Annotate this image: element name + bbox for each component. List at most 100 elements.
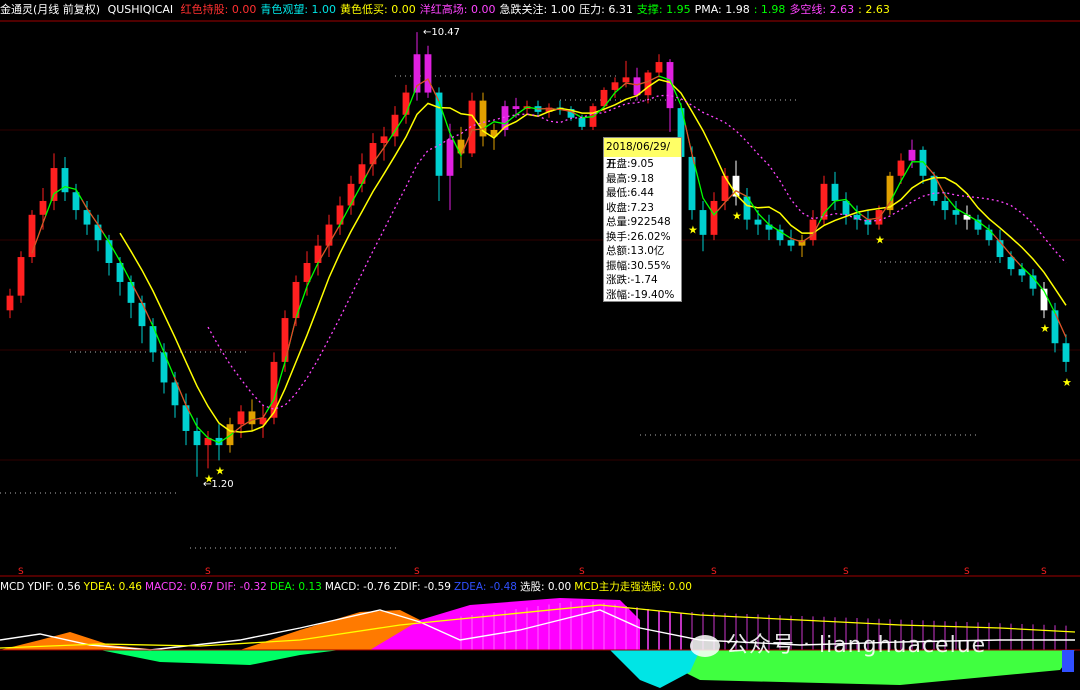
candle-body (1007, 257, 1015, 270)
header-item: 红色持股: 0.00 (180, 3, 257, 16)
candle-body (424, 54, 432, 93)
green-ma-line (31, 75, 1067, 444)
mcd-header-item: YDIF: 0.56 (27, 581, 81, 593)
watermark: 公众号 · lianghuacelue (690, 627, 986, 659)
candle-body (72, 192, 80, 211)
tooltip-row: 总额:13.0亿 (606, 245, 665, 257)
star-marker: ★ (875, 234, 885, 247)
header-item: : 1.98 (753, 3, 786, 16)
candle-body (512, 106, 520, 109)
yellow-ma-line (119, 78, 1067, 433)
candle-body (237, 411, 245, 425)
tooltip-row: 最高:9.18 (606, 172, 654, 185)
min-price-label: ←1.20 (203, 479, 234, 490)
chart-header: 金通灵(月线 前复权) QUSHIQICAI 红色持股: 0.00 青色观望: 1… (0, 0, 1080, 20)
watermark-text: 公众号 · lianghuacelue (726, 633, 987, 658)
candle-body (94, 224, 102, 241)
candle-body (1051, 310, 1059, 344)
max-price-label: ←10.47 (423, 27, 460, 38)
candle-body (303, 263, 311, 282)
tooltip-row: 换手:26.02% (606, 230, 671, 243)
candle-body (446, 139, 454, 176)
candle-body (347, 183, 355, 206)
candle-body (853, 214, 861, 220)
header-item: 洋红高场: 0.00 (419, 3, 496, 16)
candle-body (248, 411, 256, 425)
tooltip-row: 最低:6.44 (606, 187, 654, 199)
candle-body (787, 240, 795, 246)
candle-body (578, 117, 586, 127)
candle-body (193, 430, 201, 446)
candle-body (105, 240, 113, 264)
mcd-header-item: ZDEA: -0.48 (454, 581, 517, 593)
candle-body (314, 245, 322, 264)
s-marker: S (414, 567, 420, 577)
candle-body (908, 149, 916, 161)
star-marker: ★ (732, 209, 742, 222)
candle-body (655, 62, 663, 73)
star-marker: ★ (215, 464, 225, 477)
candle-body (149, 326, 157, 353)
star-marker: ★ (1062, 376, 1072, 389)
candle-body (611, 82, 619, 90)
candle-body (754, 219, 762, 225)
candle-body (6, 295, 14, 311)
star-marker: ★ (688, 224, 698, 237)
candle-body (831, 183, 839, 201)
zdea-bar (1062, 650, 1074, 672)
header-item: : 2.63 (858, 3, 890, 16)
mcd-header-item: MCD (0, 581, 25, 593)
header-item: 压力: 6.31 (579, 3, 633, 16)
candle-body (919, 149, 927, 176)
tooltip-row: 开盘:9.05 (606, 158, 654, 170)
candle-body (1062, 343, 1070, 362)
candle-body (336, 205, 344, 225)
candle-body (985, 229, 993, 241)
mcd-header-item: ZDIF: -0.59 (393, 581, 451, 593)
candle-body (633, 77, 641, 96)
header-item: 急跌关注: 1.00 (499, 3, 576, 16)
candle-body (50, 168, 58, 201)
candle-body (281, 318, 289, 362)
candle-body (39, 200, 47, 215)
star-marker: ★ (1040, 322, 1050, 335)
red-ma-line (31, 75, 1067, 444)
indicator-lines (31, 75, 1067, 444)
candle-body (710, 200, 718, 235)
header-item: PMA: 1.98 (694, 3, 750, 16)
mcd-header-item: YDEA: 0.46 (83, 581, 142, 593)
candlestick-layer (6, 32, 1070, 477)
s-marker: S (18, 567, 24, 577)
s-marker: S (205, 567, 211, 577)
s-marker: S (1041, 567, 1047, 577)
candle-body (358, 164, 366, 184)
candle-body (644, 72, 652, 96)
candle-body (325, 224, 333, 246)
mcd-header-item: MCD主力走强选股: 0.00 (574, 581, 692, 593)
stock-title: 金通灵(月线 前复权) (0, 3, 101, 16)
candle-body (941, 200, 949, 211)
candle-body (380, 136, 388, 144)
candle-body (28, 214, 36, 258)
indicator-name: QUSHIQICAI (107, 3, 174, 16)
candle-body (226, 424, 234, 446)
candle-body (435, 92, 443, 176)
candle-body (622, 77, 630, 83)
wechat-icon (690, 635, 720, 657)
candle-body (402, 92, 410, 115)
candle-body (699, 210, 707, 235)
header-item: 多空线: 2.63 (789, 3, 855, 16)
candle-body (17, 257, 25, 296)
price-grid (0, 20, 1080, 577)
mcd-header-item: DEA: 0.13 (269, 581, 322, 593)
tooltip-date: 2018/06/29/五 (604, 138, 681, 170)
s-marker: S (711, 567, 717, 577)
header-item: 支撑: 1.95 (636, 3, 691, 16)
mcd-header-item: MACD2: 0.67 (144, 581, 214, 593)
tooltip-row: 振幅:30.55% (606, 259, 671, 272)
tooltip-row: 涨跌:-1.74 (606, 274, 658, 286)
mcd-header: MCD YDIF: 0.56 YDEA: 0.46 MACD2: 0.67 DIF: -… (0, 579, 698, 595)
header-item: 青色观望: 1.00 (260, 3, 337, 16)
candle-body (952, 210, 960, 215)
header-values: 红色持股: 0.00 青色观望: 1.00 黄色低买: 0.00 洋红高场: 0.00… (181, 3, 894, 16)
